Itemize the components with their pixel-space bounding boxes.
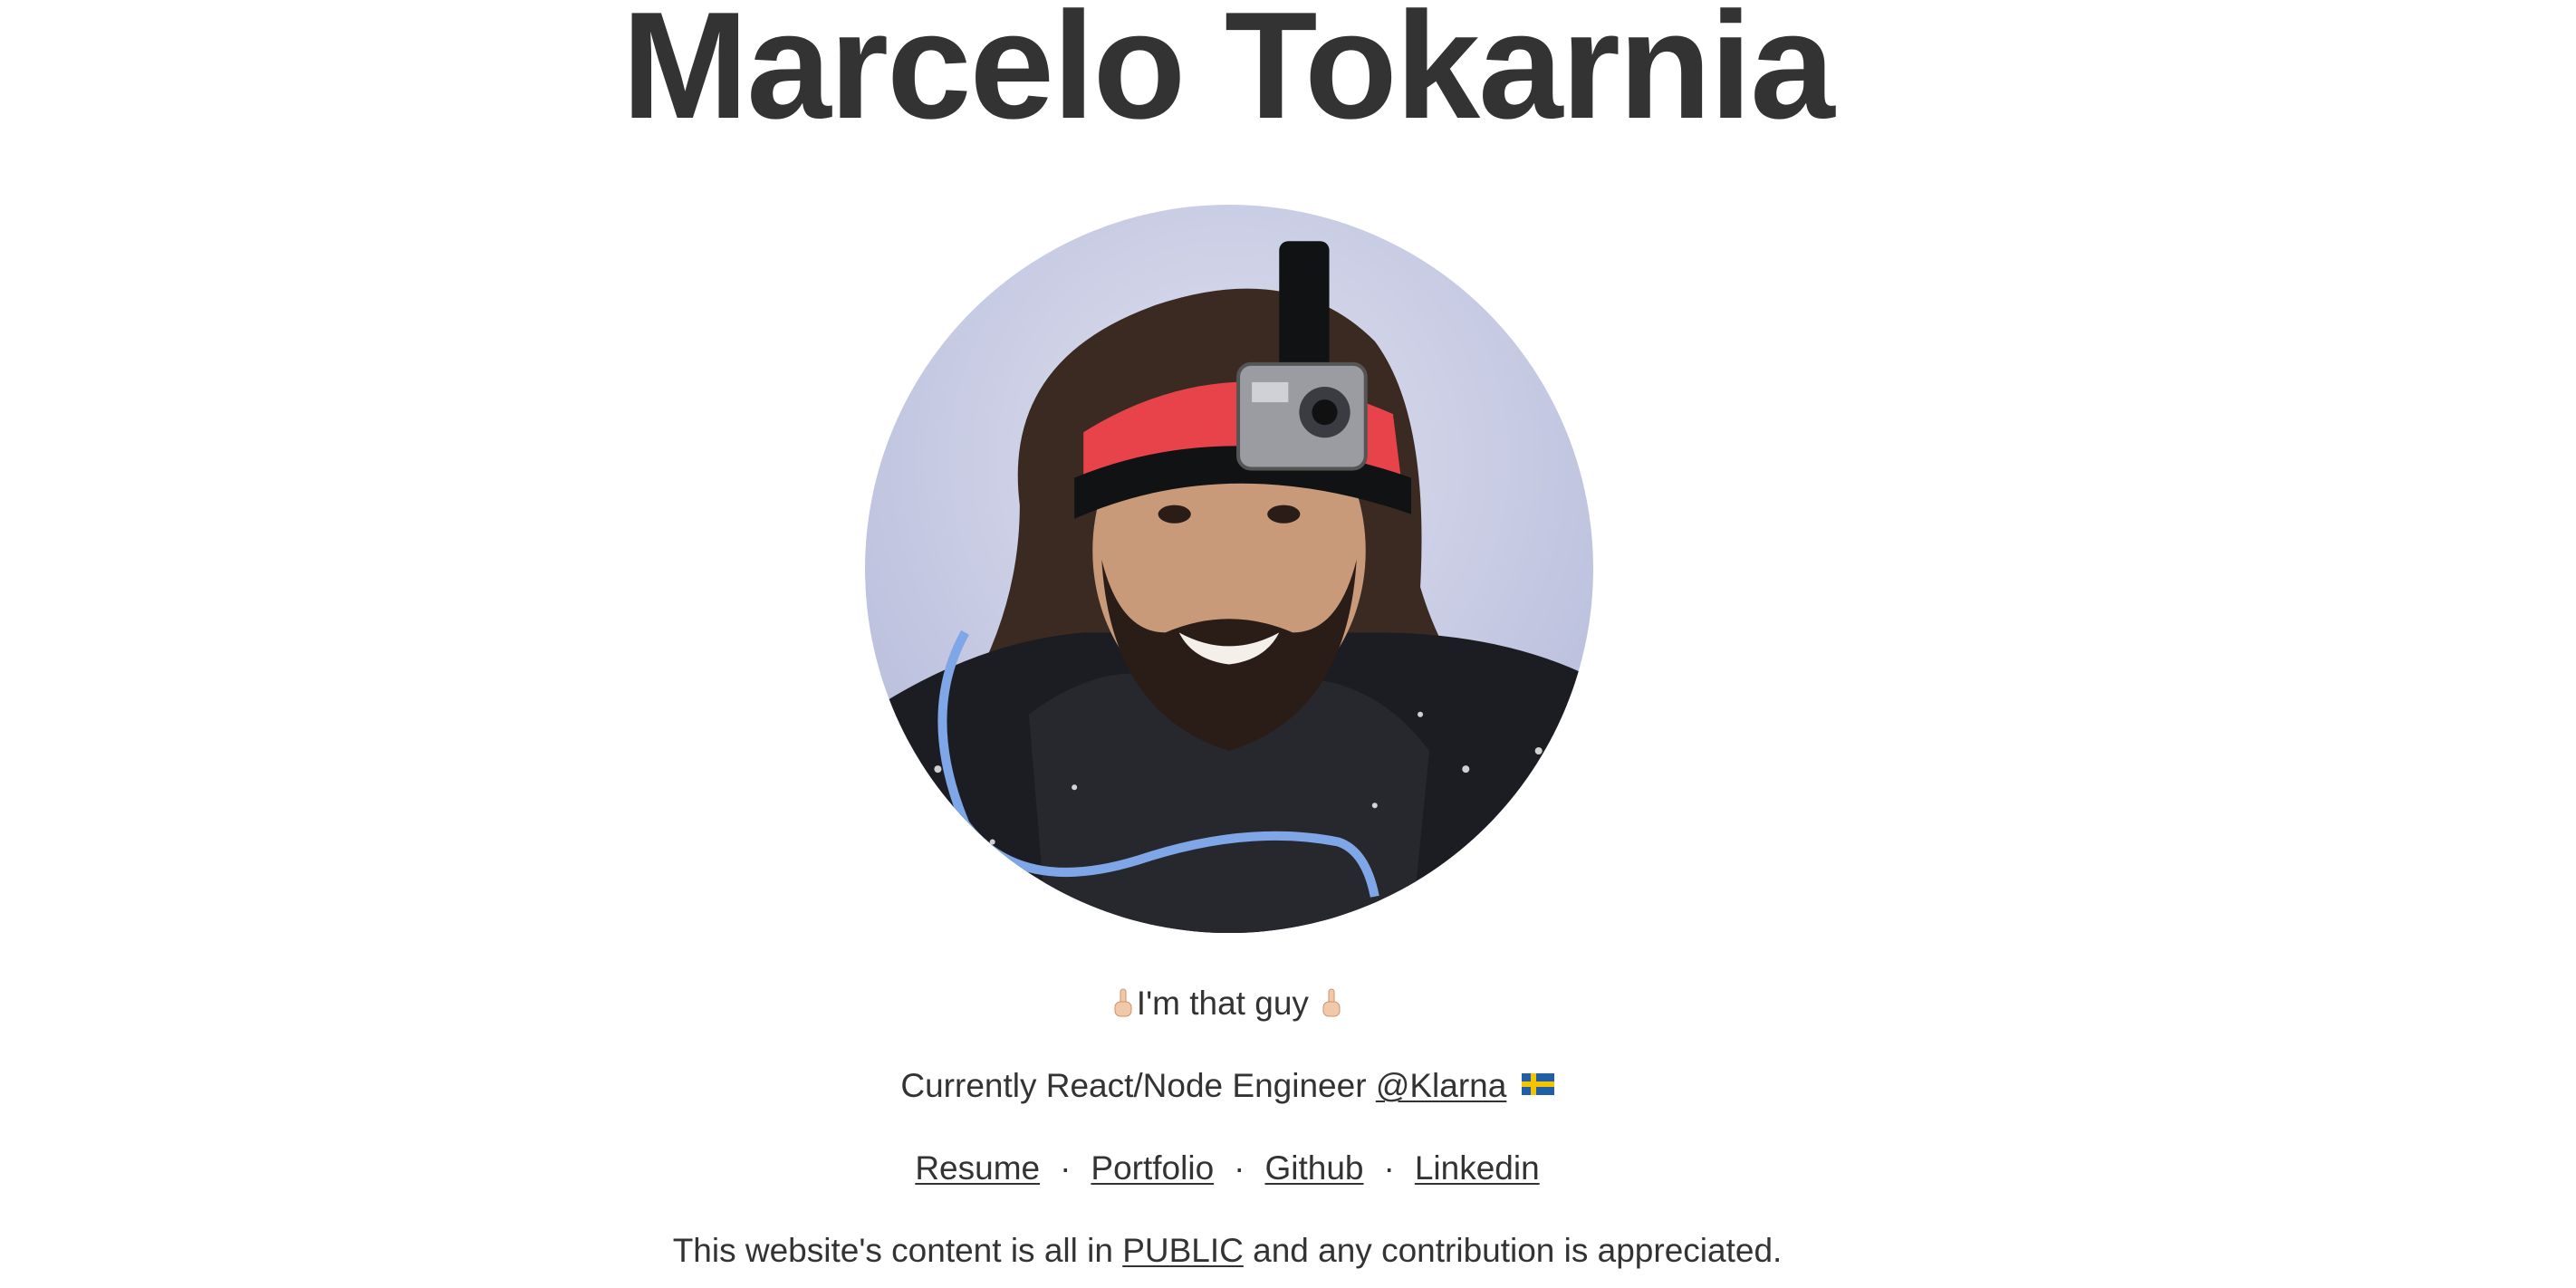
- profile-photo: [865, 205, 1593, 933]
- current-job: Currently React/Node Engineer @Klarna: [0, 1063, 2455, 1109]
- footer-suffix: and any contribution is appreciated.: [1253, 1232, 1783, 1269]
- tagline: I'm that guy: [0, 981, 2455, 1026]
- resume-link[interactable]: Resume: [915, 1149, 1040, 1187]
- index-pointing-up-icon: [1322, 988, 1341, 1017]
- link-separator: ·: [1060, 1149, 1072, 1187]
- portfolio-link[interactable]: Portfolio: [1091, 1149, 1214, 1187]
- tagline-text: I'm that guy: [1136, 985, 1309, 1022]
- footer-note: This website's content is all in PUBLIC …: [0, 1228, 2455, 1274]
- link-separator: ·: [1383, 1149, 1395, 1187]
- linkedin-link[interactable]: Linkedin: [1415, 1149, 1540, 1187]
- klarna-link[interactable]: @Klarna: [1376, 1067, 1507, 1104]
- sweden-flag-icon: [1521, 1073, 1554, 1095]
- github-link[interactable]: Github: [1264, 1149, 1363, 1187]
- footer-prefix: This website's content is all in: [672, 1232, 1113, 1269]
- link-separator: ·: [1234, 1149, 1245, 1187]
- profile-links: Resume · Portfolio · Github · Linkedin: [0, 1146, 2455, 1191]
- pointing-up-hand-icon: [1114, 988, 1132, 1017]
- page-title: Marcelo Tokarnia: [621, 0, 1834, 150]
- job-text: Currently React/Node Engineer: [900, 1067, 1367, 1104]
- public-link[interactable]: PUBLIC: [1122, 1232, 1244, 1269]
